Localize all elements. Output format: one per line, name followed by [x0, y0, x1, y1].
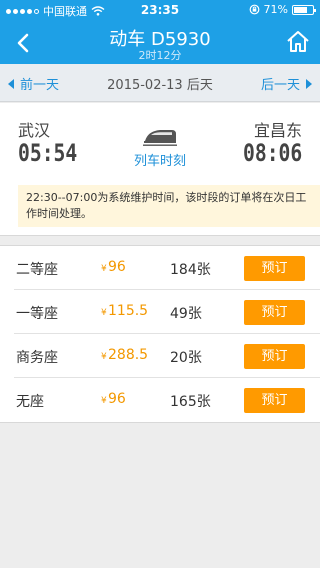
- seat-price: 115.5: [108, 303, 149, 319]
- currency-symbol: ¥: [101, 264, 107, 274]
- rotation-lock-icon: [249, 4, 259, 15]
- trip-duration: 2时12分: [138, 49, 182, 62]
- seat-row-business-class: 商务座 ¥ 288.5 20张 预订: [0, 334, 320, 378]
- currency-symbol: ¥: [101, 308, 107, 318]
- seat-type: 无座: [16, 394, 44, 410]
- seat-type: 商务座: [16, 350, 58, 366]
- battery-percent: 71%: [263, 3, 288, 16]
- nav-header: 中国联通 23:35 71% 动车 D5930 2时12分: [0, 0, 320, 64]
- home-icon: [287, 31, 309, 52]
- battery-icon: [292, 4, 316, 15]
- seat-row-first-class: 一等座 ¥ 115.5 49张 预订: [0, 290, 320, 334]
- seat-type: 一等座: [16, 306, 58, 322]
- arrival-station: 宜昌东: [253, 121, 302, 140]
- next-day-label: 后一天: [260, 78, 300, 93]
- status-bar: 中国联通 23:35 71%: [0, 0, 320, 20]
- status-right: 71%: [249, 3, 316, 16]
- currency-symbol: ¥: [101, 352, 107, 362]
- departure-station: 武汉: [18, 121, 51, 140]
- seat-price: 96: [108, 259, 126, 275]
- home-button[interactable]: [284, 28, 312, 56]
- maintenance-notice: 22:30--07:00为系统维护时间，该时段的订单将在次日工作时间处理。: [18, 185, 320, 227]
- seat-type: 二等座: [16, 262, 58, 278]
- seat-row-no-seat: 无座 ¥ 96 165张 预订: [0, 378, 320, 422]
- date-navigation: 前一天 2015-02-13 后天 后一天: [0, 64, 320, 102]
- currency-symbol: ¥: [101, 396, 107, 406]
- book-button[interactable]: 预订: [244, 300, 305, 325]
- seat-count: 184张: [170, 262, 211, 278]
- seat-count: 49张: [170, 306, 202, 322]
- seat-list: 二等座 ¥ 96 184张 预订 一等座 ¥ 115.5 49张 预订 商务座 …: [0, 245, 320, 423]
- seat-price: 288.5: [108, 347, 149, 363]
- book-button[interactable]: 预订: [244, 256, 305, 281]
- seat-count: 20张: [170, 350, 202, 366]
- next-day-button[interactable]: 后一天: [261, 74, 312, 93]
- book-button[interactable]: 预订: [244, 344, 305, 369]
- triangle-right-icon: [306, 78, 312, 89]
- train-icon: [143, 130, 177, 146]
- book-button[interactable]: 预订: [244, 388, 305, 413]
- journey-card: 武汉 05:54 列车时刻 宜昌东 08:06 22:30--07:00为系统维…: [0, 103, 320, 236]
- seat-price: 96: [108, 391, 126, 407]
- seat-row-second-class: 二等座 ¥ 96 184张 预订: [0, 246, 320, 290]
- seat-count: 165张: [170, 394, 211, 410]
- arrival-time: 08:06: [242, 139, 302, 167]
